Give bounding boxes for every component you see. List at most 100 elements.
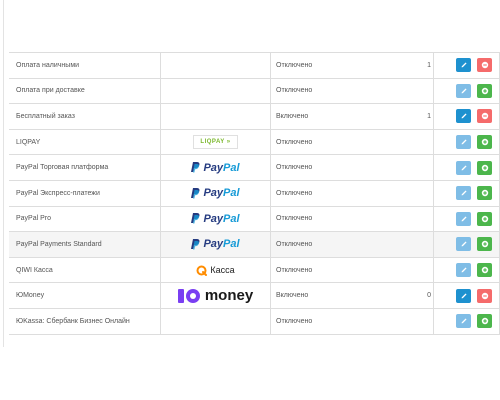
install-button[interactable] xyxy=(477,83,492,98)
paypal-mark-icon xyxy=(191,187,200,199)
liqpay-logo: LIQPAY» xyxy=(193,135,238,150)
table-row: PayPal Торговая платформа PayPal Отключе… xyxy=(9,155,500,181)
payment-name: Оплата наличными xyxy=(9,53,161,78)
table-row: Оплата при доставке Отключено xyxy=(9,78,500,105)
pencil-icon xyxy=(461,216,467,222)
pencil-icon xyxy=(461,62,467,68)
row-actions xyxy=(434,155,500,180)
payment-name: ЮKassa: Сбербанк Бизнес Онлайн xyxy=(9,308,161,334)
row-actions xyxy=(434,308,500,334)
paypal-logo: PayPal xyxy=(191,187,240,199)
qiwi-mark-icon xyxy=(196,265,208,276)
pencil-icon xyxy=(461,88,467,94)
paypal-mark-icon xyxy=(191,162,200,173)
install-button[interactable] xyxy=(477,211,492,226)
paypal-mark-icon xyxy=(191,238,200,250)
payment-sort-order xyxy=(271,207,431,232)
yoomoney-mark-icon xyxy=(177,288,200,303)
edit-button[interactable] xyxy=(456,288,471,303)
uninstall-button[interactable] xyxy=(477,58,492,73)
payment-logo-cell xyxy=(161,78,271,104)
edit-button[interactable] xyxy=(456,83,471,98)
uninstall-button[interactable] xyxy=(477,109,492,124)
payment-name: ЮMoney xyxy=(9,283,161,308)
paypal-mark-icon xyxy=(191,213,200,224)
payment-sort-order xyxy=(271,155,431,180)
yoomoney-logo: money xyxy=(177,287,253,304)
table-row: PayPal Pro PayPal Отключено xyxy=(9,206,500,233)
table-row: QIWI Касса Касса Отключено xyxy=(9,257,500,284)
row-actions xyxy=(434,206,500,232)
plus-circle-icon xyxy=(481,87,488,95)
plus-circle-icon xyxy=(481,215,488,223)
payment-logo-cell: LIQPAY» xyxy=(161,129,271,155)
pencil-icon xyxy=(461,190,467,196)
table-row: LIQPAY LIQPAY» Отключено xyxy=(9,129,500,156)
pencil-icon xyxy=(461,241,467,247)
pencil-icon xyxy=(461,165,467,171)
table-row: Оплата наличными Отключено 1 xyxy=(9,53,500,79)
install-button[interactable] xyxy=(477,314,492,329)
row-actions xyxy=(434,232,500,257)
payment-name: PayPal Экспресс-платежи xyxy=(9,180,161,206)
payment-logo-cell: money xyxy=(161,283,271,308)
payment-logo-cell xyxy=(161,53,271,78)
payment-name: Оплата при доставке xyxy=(9,78,161,104)
row-actions xyxy=(434,283,500,308)
pencil-icon xyxy=(461,293,467,299)
payment-name: PayPal Payments Standard xyxy=(9,232,161,257)
row-actions xyxy=(434,129,500,155)
minus-circle-icon xyxy=(481,113,488,120)
edit-button[interactable] xyxy=(456,109,471,124)
edit-button[interactable] xyxy=(456,237,471,252)
table-row: ЮMoney money Включено 0 xyxy=(9,283,500,309)
pencil-icon xyxy=(461,113,467,119)
payment-logo-cell: Касса xyxy=(161,257,271,283)
row-actions xyxy=(434,104,500,129)
edit-button[interactable] xyxy=(456,314,471,329)
payment-sort-order xyxy=(271,130,431,155)
minus-circle-icon xyxy=(481,292,488,299)
payment-logo-cell: PayPal xyxy=(161,180,271,206)
payment-sort-order xyxy=(271,309,431,334)
uninstall-button[interactable] xyxy=(477,288,492,303)
payment-name: PayPal Торговая платформа xyxy=(9,155,161,180)
payment-sort-order xyxy=(271,181,431,206)
plus-circle-icon xyxy=(481,138,488,146)
install-button[interactable] xyxy=(477,160,492,175)
payment-sort-order xyxy=(271,79,431,104)
install-button[interactable] xyxy=(477,135,492,150)
edit-button[interactable] xyxy=(456,211,471,226)
payment-sort-order: 1 xyxy=(427,61,431,69)
install-button[interactable] xyxy=(477,263,492,278)
pencil-icon xyxy=(461,139,467,145)
edit-button[interactable] xyxy=(456,186,471,201)
edit-button[interactable] xyxy=(456,160,471,175)
edit-button[interactable] xyxy=(456,263,471,278)
plus-circle-icon xyxy=(481,318,488,325)
minus-circle-icon xyxy=(481,62,488,69)
payment-sort-order: 1 xyxy=(427,112,431,120)
install-button[interactable] xyxy=(477,237,492,252)
payment-sort-order xyxy=(271,232,431,257)
row-actions xyxy=(434,180,500,206)
pencil-icon xyxy=(461,318,467,324)
table-row: PayPal Экспресс-платежи PayPal Отключено xyxy=(9,180,500,207)
page-left-border xyxy=(3,0,4,347)
install-button[interactable] xyxy=(477,186,492,201)
table-row: PayPal Payments Standard PayPal Отключен… xyxy=(9,232,500,258)
payment-name: Бесплатный заказ xyxy=(9,104,161,129)
edit-button[interactable] xyxy=(456,135,471,150)
edit-button[interactable] xyxy=(456,58,471,73)
paypal-logo: PayPal xyxy=(191,238,240,250)
paypal-logo: PayPal xyxy=(191,162,240,174)
row-actions xyxy=(434,78,500,104)
payment-name: LIQPAY xyxy=(9,129,161,155)
plus-circle-icon xyxy=(481,164,488,171)
payment-logo-cell xyxy=(161,104,271,129)
payment-logo-cell xyxy=(161,308,271,334)
plus-circle-icon xyxy=(481,266,488,274)
plus-circle-icon xyxy=(481,241,488,248)
payment-sort-order: 0 xyxy=(427,292,431,300)
payment-logo-cell: PayPal xyxy=(161,155,271,180)
